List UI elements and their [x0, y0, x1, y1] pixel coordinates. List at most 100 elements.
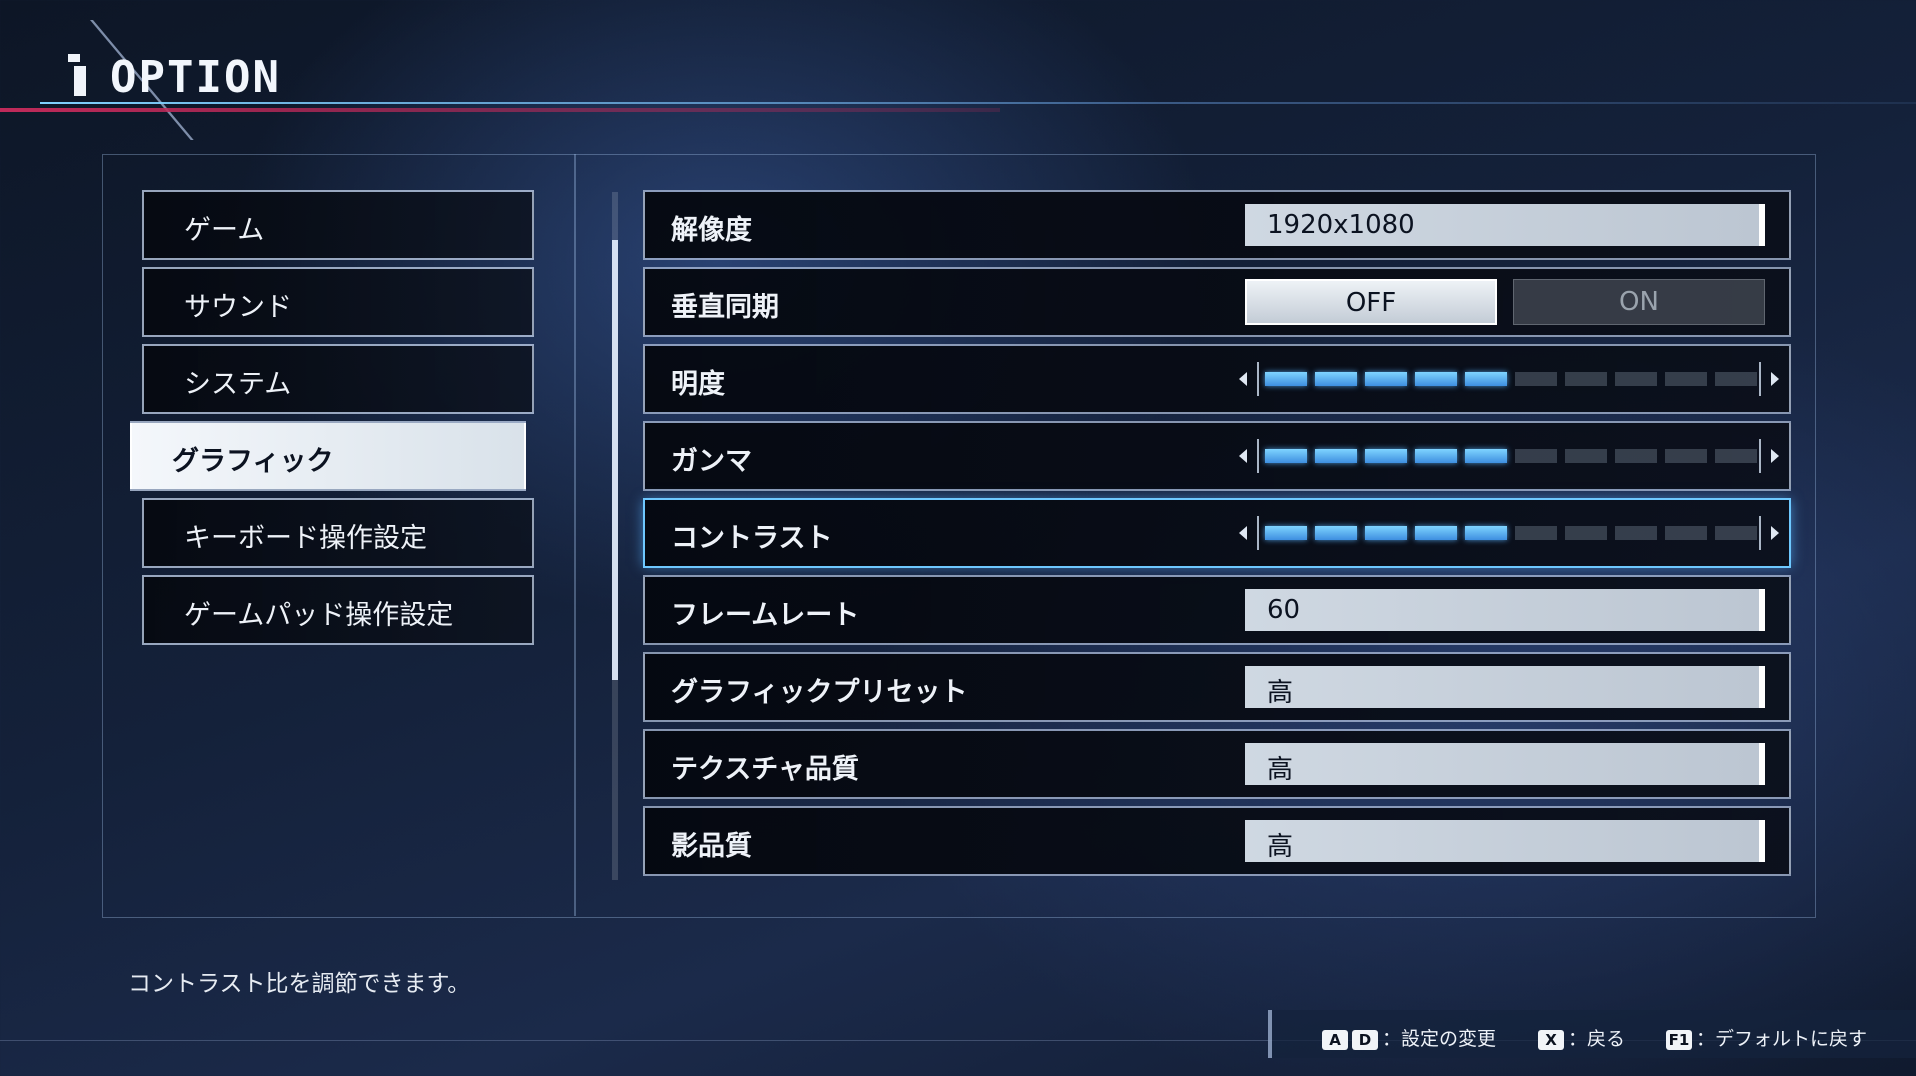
setting-label: グラフィックプリセット — [671, 677, 968, 708]
menu-item-label: グラフィック — [172, 446, 334, 477]
texture-value: 高 — [1267, 755, 1294, 785]
menu-item-graphics[interactable]: グラフィック — [130, 421, 526, 491]
slider-rail — [1257, 516, 1761, 550]
menu-item-label: ゲーム — [184, 215, 265, 246]
slider-segment — [1465, 526, 1507, 540]
texture-select[interactable]: 高 — [1245, 743, 1765, 785]
menu-item-game[interactable]: ゲーム — [142, 190, 534, 260]
setting-label: ガンマ — [671, 446, 752, 477]
slider-segment — [1515, 449, 1557, 463]
slider-segment — [1315, 526, 1357, 540]
menu-item-label: サウンド — [184, 292, 292, 323]
hint-reset-default: F1 ：デフォルトに戻す — [1666, 1024, 1867, 1051]
slider-segment — [1665, 526, 1707, 540]
setting-description: コントラスト比を調節できます。 — [128, 971, 471, 997]
option-icon — [68, 54, 90, 96]
preset-select[interactable]: 高 — [1245, 666, 1765, 708]
arrow-left-icon[interactable] — [1239, 372, 1247, 386]
slider-segment — [1365, 526, 1407, 540]
shadow-value: 高 — [1267, 832, 1294, 862]
key-a-icon: A — [1322, 1030, 1348, 1050]
slider-segment — [1365, 372, 1407, 386]
slider-segment — [1665, 372, 1707, 386]
header-divider — [40, 102, 1916, 104]
contrast-slider[interactable] — [1239, 516, 1779, 550]
menu-item-label: キーボード操作設定 — [184, 523, 427, 554]
framerate-value: 60 — [1267, 595, 1301, 625]
menu-item-label: システム — [184, 369, 292, 400]
arrow-right-icon[interactable] — [1771, 449, 1779, 463]
panel-divider — [574, 154, 576, 916]
slider-segment — [1465, 372, 1507, 386]
page-title: OPTION — [110, 52, 281, 103]
slider-segment — [1665, 449, 1707, 463]
setting-label: 明度 — [671, 369, 725, 400]
setting-row-texture[interactable]: テクスチャ品質 高 — [643, 729, 1791, 799]
setting-row-gamma[interactable]: ガンマ — [643, 421, 1791, 491]
shadow-select[interactable]: 高 — [1245, 820, 1765, 862]
setting-label: 垂直同期 — [671, 292, 779, 323]
hint-change-setting: A D ：設定の変更 — [1322, 1024, 1496, 1051]
hint-label: ：設定の変更 — [1382, 1028, 1497, 1050]
menu-item-system[interactable]: システム — [142, 344, 534, 414]
slider-segment — [1565, 372, 1607, 386]
settings-scrollbar-thumb[interactable] — [612, 240, 618, 680]
vsync-off-button[interactable]: OFF — [1245, 279, 1497, 325]
gamma-slider[interactable] — [1239, 439, 1779, 473]
slider-segment — [1715, 449, 1757, 463]
slider-segment — [1415, 449, 1457, 463]
setting-label: テクスチャ品質 — [671, 754, 859, 785]
slider-rail — [1257, 362, 1761, 396]
slider-segment — [1615, 449, 1657, 463]
slider-segment — [1265, 372, 1307, 386]
slider-segment — [1265, 449, 1307, 463]
setting-row-resolution[interactable]: 解像度 1920x1080 — [643, 190, 1791, 260]
slider-segment — [1465, 449, 1507, 463]
slider-segment — [1265, 526, 1307, 540]
key-f1-icon: F1 — [1666, 1030, 1692, 1050]
slider-segment — [1565, 526, 1607, 540]
framerate-select[interactable]: 60 — [1245, 589, 1765, 631]
resolution-value: 1920x1080 — [1267, 210, 1415, 240]
setting-label: 影品質 — [671, 831, 752, 862]
arrow-left-icon[interactable] — [1239, 526, 1247, 540]
setting-label: コントラスト — [671, 523, 833, 554]
hint-back: X ：戻る — [1538, 1024, 1625, 1051]
setting-label: フレームレート — [671, 600, 860, 631]
setting-row-shadow[interactable]: 影品質 高 — [643, 806, 1791, 876]
menu-item-keyboard[interactable]: キーボード操作設定 — [142, 498, 534, 568]
preset-value: 高 — [1267, 678, 1294, 708]
slider-segment — [1415, 372, 1457, 386]
setting-row-brightness[interactable]: 明度 — [643, 344, 1791, 414]
key-d-icon: D — [1352, 1030, 1378, 1050]
arrow-left-icon[interactable] — [1239, 449, 1247, 463]
setting-row-vsync[interactable]: 垂直同期 OFF ON — [643, 267, 1791, 337]
slider-segment — [1715, 372, 1757, 386]
slider-segment — [1615, 372, 1657, 386]
vsync-on-button[interactable]: ON — [1513, 279, 1765, 325]
arrow-right-icon[interactable] — [1771, 526, 1779, 540]
brightness-slider[interactable] — [1239, 362, 1779, 396]
header-accent-line — [0, 108, 1000, 112]
hint-label: ：戻る — [1568, 1028, 1626, 1050]
key-x-icon: X — [1538, 1030, 1564, 1050]
slider-segment — [1565, 449, 1607, 463]
slider-segment — [1315, 372, 1357, 386]
setting-row-preset[interactable]: グラフィックプリセット 高 — [643, 652, 1791, 722]
setting-row-framerate[interactable]: フレームレート 60 — [643, 575, 1791, 645]
menu-item-label: ゲームパッド操作設定 — [184, 600, 454, 631]
hint-label: ：デフォルトに戻す — [1696, 1028, 1868, 1050]
menu-item-gamepad[interactable]: ゲームパッド操作設定 — [142, 575, 534, 645]
arrow-right-icon[interactable] — [1771, 372, 1779, 386]
slider-segment — [1315, 449, 1357, 463]
slider-rail — [1257, 439, 1761, 473]
button-hint-bar: A D ：設定の変更 X ：戻る F1 ：デフォルトに戻す — [1268, 1010, 1916, 1058]
slider-segment — [1365, 449, 1407, 463]
resolution-select[interactable]: 1920x1080 — [1245, 204, 1765, 246]
setting-label: 解像度 — [671, 215, 752, 246]
setting-row-contrast[interactable]: コントラスト — [643, 498, 1791, 568]
menu-item-sound[interactable]: サウンド — [142, 267, 534, 337]
slider-segment — [1415, 526, 1457, 540]
slider-segment — [1615, 526, 1657, 540]
slider-segment — [1515, 372, 1557, 386]
